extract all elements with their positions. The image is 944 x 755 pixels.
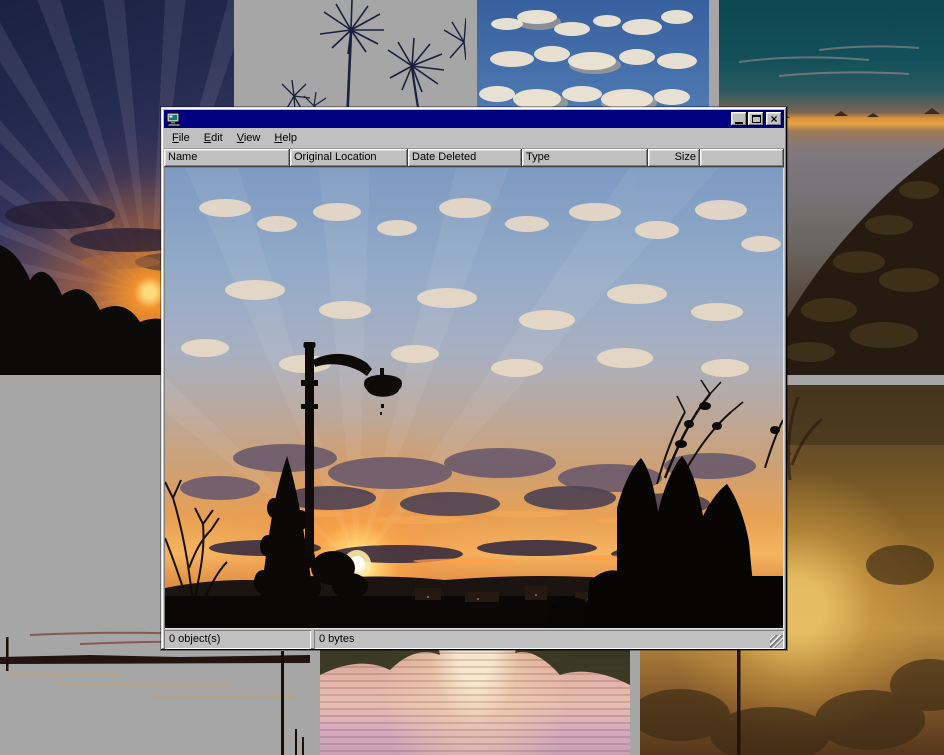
column-header-original-location[interactable]: Original Location <box>290 149 408 167</box>
menu-help[interactable]: Help <box>267 130 304 146</box>
maximize-icon <box>752 115 761 123</box>
minimize-icon <box>735 122 743 124</box>
column-header-size[interactable]: Size <box>648 149 700 167</box>
column-header-date-deleted[interactable]: Date Deleted <box>408 149 522 167</box>
minimize-button[interactable] <box>731 112 747 126</box>
column-header-type[interactable]: Type <box>522 149 648 167</box>
column-header-row: Name Original Location Date Deleted Type… <box>164 149 784 167</box>
file-list-area[interactable] <box>164 167 784 629</box>
maximize-button[interactable] <box>748 112 764 126</box>
close-button[interactable]: × <box>766 112 782 126</box>
menu-view[interactable]: View <box>230 130 268 146</box>
close-icon: × <box>770 114 777 124</box>
recycle-bin-window: × File Edit View Help Name Original Loca… <box>161 107 787 650</box>
sunset-lamp-photo <box>165 168 783 628</box>
menu-bar: File Edit View Help <box>164 128 784 149</box>
menu-file[interactable]: File <box>165 130 197 146</box>
status-bar: 0 object(s) 0 bytes <box>164 630 784 649</box>
status-bytes: 0 bytes <box>314 630 784 649</box>
status-bytes-text: 0 bytes <box>319 633 354 645</box>
menu-edit[interactable]: Edit <box>197 130 230 146</box>
computer-icon <box>166 112 182 127</box>
title-bar[interactable]: × <box>164 110 784 128</box>
column-header-blank[interactable] <box>700 149 784 167</box>
status-objects: 0 object(s) <box>164 630 311 649</box>
resize-grip[interactable] <box>770 635 783 648</box>
column-header-name[interactable]: Name <box>164 149 290 167</box>
